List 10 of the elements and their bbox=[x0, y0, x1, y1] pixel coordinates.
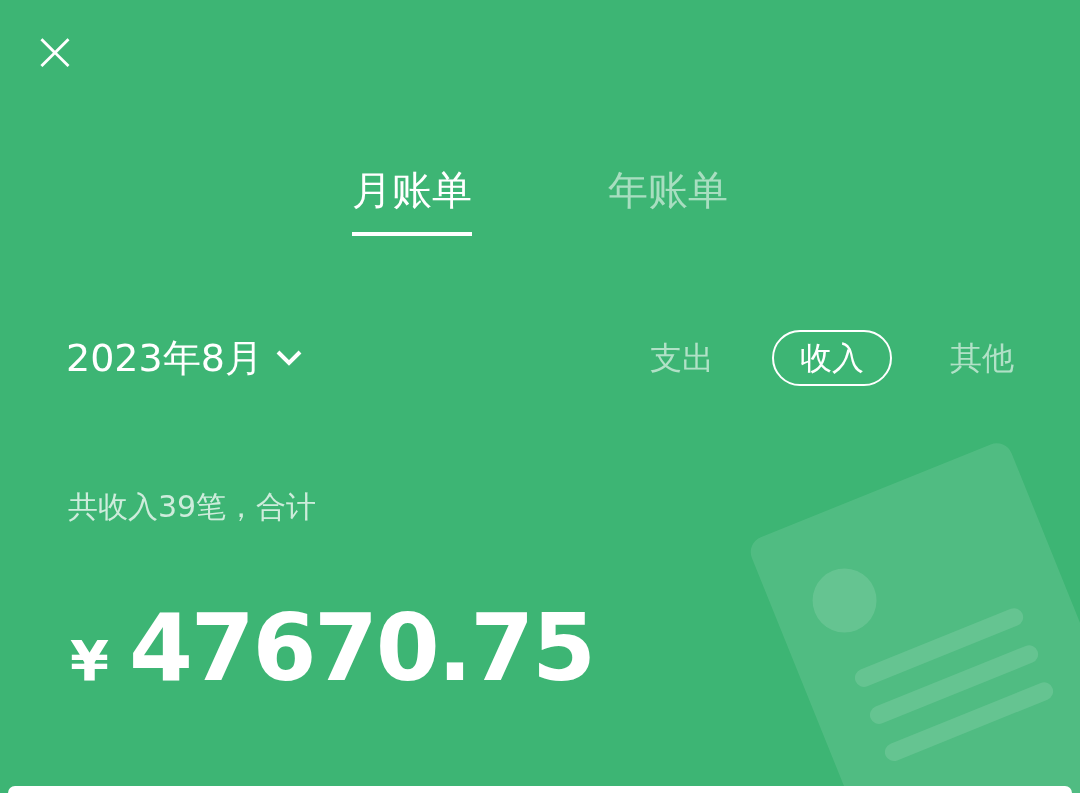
month-selector[interactable]: 2023年8月 bbox=[66, 329, 303, 387]
close-button[interactable]: × bbox=[30, 26, 80, 76]
bill-tab[interactable]: 年账单 bbox=[608, 160, 728, 236]
bill-tab[interactable]: 月账单 bbox=[352, 160, 472, 236]
currency-symbol: ¥ bbox=[70, 627, 109, 695]
amount: 47670.75 bbox=[128, 594, 594, 704]
filter-tab[interactable]: 其他 bbox=[950, 330, 1014, 386]
filter-tab[interactable]: 收入 bbox=[772, 330, 892, 386]
filter-tab[interactable]: 支出 bbox=[650, 330, 714, 386]
summary-text: 共收入39笔，合计 bbox=[68, 488, 317, 526]
